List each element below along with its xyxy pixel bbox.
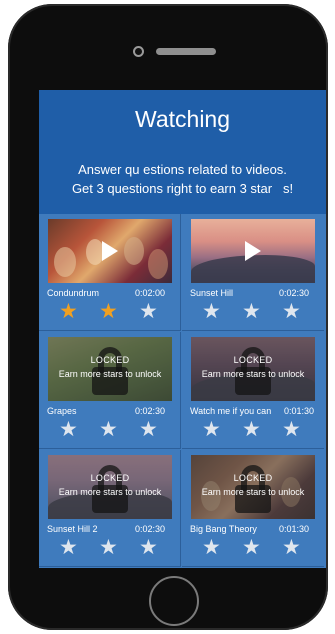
star-icon: ★ xyxy=(202,418,221,441)
video-title: Sunset Hill 2 xyxy=(47,524,98,534)
video-grid: Condundrum 0:02:00 ★ ★ ★ Sunset Hill 0:0… xyxy=(39,214,326,568)
play-icon[interactable] xyxy=(245,241,261,261)
phone-frame: Watching Answer qu estions related to vi… xyxy=(8,4,328,630)
video-duration: 0:02:30 xyxy=(134,524,165,534)
video-title: Grapes xyxy=(47,406,77,416)
locked-label: LOCKED xyxy=(233,355,273,365)
star-icon: ★ xyxy=(139,300,158,323)
star-icon: ★ xyxy=(139,418,158,441)
page-title: Watching xyxy=(134,106,231,132)
play-icon[interactable] xyxy=(102,241,118,261)
star-icon: ★ xyxy=(99,300,118,323)
star-rating: ★ ★ ★ xyxy=(202,301,312,323)
unlock-hint: Earn more stars to unlock xyxy=(201,487,305,497)
video-thumbnail: LOCKED Earn more stars to unlock xyxy=(48,337,172,401)
video-duration: 0:01:30 xyxy=(283,406,314,416)
page-instructions: Answer qu estions related to videos. Get… xyxy=(39,160,326,198)
star-rating: ★ ★ ★ xyxy=(59,537,169,559)
speaker-grille xyxy=(156,48,216,55)
star-rating: ★ ★ ★ xyxy=(202,419,312,441)
instructions-line-1: Answer qu estions related to videos. xyxy=(78,162,287,177)
unlock-hint: Earn more stars to unlock xyxy=(201,369,305,379)
star-icon: ★ xyxy=(59,536,78,559)
star-icon: ★ xyxy=(242,418,261,441)
video-title: Condundrum xyxy=(47,288,100,298)
locked-label: LOCKED xyxy=(90,473,130,483)
video-duration: 0:02:30 xyxy=(134,406,165,416)
video-card-grapes[interactable]: LOCKED Earn more stars to unlock Grapes … xyxy=(39,332,181,449)
page-header: Watching Answer qu estions related to vi… xyxy=(39,90,326,214)
video-card-big-bang-theory[interactable]: LOCKED Earn more stars to unlock Big Ban… xyxy=(182,450,324,567)
front-camera xyxy=(133,46,144,57)
star-icon: ★ xyxy=(99,536,118,559)
app-screen: Watching Answer qu estions related to vi… xyxy=(39,90,326,568)
star-icon: ★ xyxy=(202,300,221,323)
video-card-sunset-hill[interactable]: Sunset Hill 0:02:30 ★ ★ ★ xyxy=(182,214,324,331)
video-card-sunset-hill-2[interactable]: LOCKED Earn more stars to unlock Sunset … xyxy=(39,450,181,567)
video-thumbnail: LOCKED Earn more stars to unlock xyxy=(48,455,172,519)
video-card-watch-me-if-you-can[interactable]: LOCKED Earn more stars to unlock Watch m… xyxy=(182,332,324,449)
video-card-condundrum[interactable]: Condundrum 0:02:00 ★ ★ ★ xyxy=(39,214,181,331)
video-thumbnail[interactable] xyxy=(191,219,315,283)
star-icon: ★ xyxy=(139,536,158,559)
star-rating: ★ ★ ★ xyxy=(59,419,169,441)
star-icon: ★ xyxy=(282,418,301,441)
video-thumbnail: LOCKED Earn more stars to unlock xyxy=(191,337,315,401)
star-icon: ★ xyxy=(59,418,78,441)
video-thumbnail[interactable] xyxy=(48,219,172,283)
home-button[interactable] xyxy=(149,576,199,626)
star-icon: ★ xyxy=(242,300,261,323)
unlock-hint: Earn more stars to unlock xyxy=(58,369,162,379)
video-title: Sunset Hill xyxy=(190,288,234,298)
locked-label: LOCKED xyxy=(233,473,273,483)
unlock-hint: Earn more stars to unlock xyxy=(58,487,162,497)
star-rating: ★ ★ ★ xyxy=(202,537,312,559)
video-duration: 0:02:30 xyxy=(278,288,309,298)
instructions-line-2: Get 3 questions right to earn 3 star s! xyxy=(71,181,294,196)
locked-label: LOCKED xyxy=(90,355,130,365)
star-icon: ★ xyxy=(242,536,261,559)
star-rating: ★ ★ ★ xyxy=(59,301,169,323)
star-icon: ★ xyxy=(59,300,78,323)
star-icon: ★ xyxy=(282,536,301,559)
star-icon: ★ xyxy=(99,418,118,441)
video-duration: 0:02:00 xyxy=(134,288,165,298)
video-duration: 0:01:30 xyxy=(278,524,309,534)
video-title: Watch me if you can xyxy=(190,406,272,416)
star-icon: ★ xyxy=(202,536,221,559)
video-title: Big Bang Theory xyxy=(190,524,257,534)
video-thumbnail: LOCKED Earn more stars to unlock xyxy=(191,455,315,519)
star-icon: ★ xyxy=(282,300,301,323)
